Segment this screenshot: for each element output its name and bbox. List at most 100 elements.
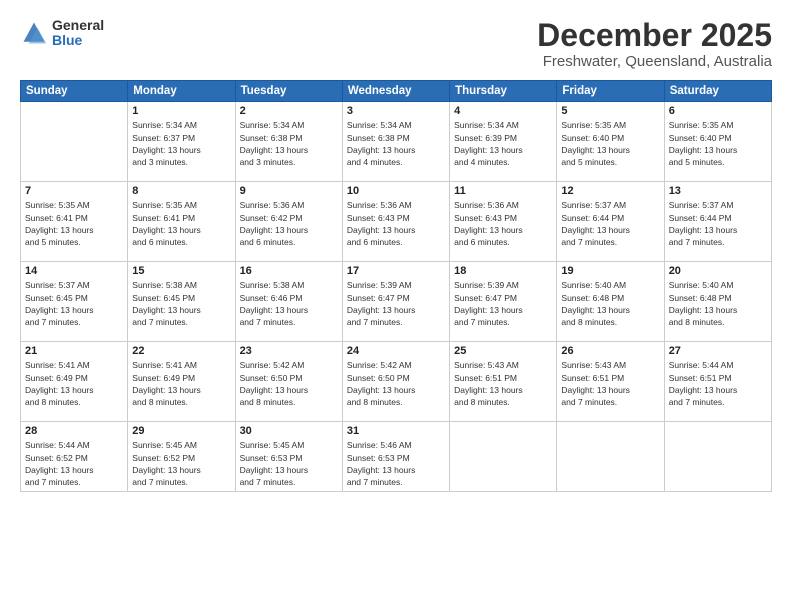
daylight-hours: Daylight: 13 hours: [669, 225, 738, 235]
sunset-text: Sunset: 6:49 PM: [132, 373, 195, 383]
day-info: Sunrise: 5:36 AMSunset: 6:43 PMDaylight:…: [347, 199, 445, 248]
daylight-hours: Daylight: 13 hours: [561, 305, 630, 315]
header: General Blue December 2025 Freshwater, Q…: [20, 18, 772, 70]
sunset-text: Sunset: 6:53 PM: [347, 453, 410, 463]
daylight-minutes: and 4 minutes.: [347, 157, 403, 167]
sunrise-text: Sunrise: 5:39 AM: [347, 280, 412, 290]
day-info: Sunrise: 5:36 AMSunset: 6:43 PMDaylight:…: [454, 199, 552, 248]
day-number: 29: [132, 425, 230, 437]
daylight-hours: Daylight: 13 hours: [240, 145, 309, 155]
daylight-minutes: and 7 minutes.: [25, 317, 81, 327]
day-info: Sunrise: 5:39 AMSunset: 6:47 PMDaylight:…: [454, 279, 552, 328]
calendar-cell: 12Sunrise: 5:37 AMSunset: 6:44 PMDayligh…: [557, 182, 664, 262]
sunset-text: Sunset: 6:48 PM: [669, 293, 732, 303]
sunrise-text: Sunrise: 5:46 AM: [347, 440, 412, 450]
calendar-header-tuesday: Tuesday: [235, 81, 342, 102]
day-info: Sunrise: 5:34 AMSunset: 6:38 PMDaylight:…: [347, 119, 445, 168]
sunrise-text: Sunrise: 5:36 AM: [240, 200, 305, 210]
day-number: 28: [25, 425, 123, 437]
daylight-minutes: and 8 minutes.: [240, 397, 296, 407]
calendar-header-wednesday: Wednesday: [342, 81, 449, 102]
calendar-week-2: 7Sunrise: 5:35 AMSunset: 6:41 PMDaylight…: [21, 182, 772, 262]
sunrise-text: Sunrise: 5:35 AM: [25, 200, 90, 210]
sunset-text: Sunset: 6:41 PM: [25, 213, 88, 223]
day-info: Sunrise: 5:37 AMSunset: 6:44 PMDaylight:…: [561, 199, 659, 248]
daylight-hours: Daylight: 13 hours: [454, 225, 523, 235]
daylight-minutes: and 3 minutes.: [240, 157, 296, 167]
day-number: 5: [561, 105, 659, 117]
calendar-header-row: SundayMondayTuesdayWednesdayThursdayFrid…: [21, 81, 772, 102]
daylight-minutes: and 7 minutes.: [25, 477, 81, 487]
sunset-text: Sunset: 6:53 PM: [240, 453, 303, 463]
day-info: Sunrise: 5:45 AMSunset: 6:52 PMDaylight:…: [132, 439, 230, 488]
sunset-text: Sunset: 6:48 PM: [561, 293, 624, 303]
daylight-minutes: and 8 minutes.: [454, 397, 510, 407]
calendar-cell: 15Sunrise: 5:38 AMSunset: 6:45 PMDayligh…: [128, 262, 235, 342]
daylight-minutes: and 7 minutes.: [669, 397, 725, 407]
sunset-text: Sunset: 6:46 PM: [240, 293, 303, 303]
page: General Blue December 2025 Freshwater, Q…: [0, 0, 792, 612]
daylight-hours: Daylight: 13 hours: [25, 385, 94, 395]
sunrise-text: Sunrise: 5:35 AM: [132, 200, 197, 210]
day-number: 30: [240, 425, 338, 437]
day-info: Sunrise: 5:38 AM Sunset: 6:46 PM Daylight:…: [240, 279, 338, 328]
sunset-text: Sunset: 6:44 PM: [669, 213, 732, 223]
sunset-text: Sunset: 6:51 PM: [669, 373, 732, 383]
sunrise-text: Sunrise: 5:45 AM: [132, 440, 197, 450]
sunset-text: Sunset: 6:51 PM: [561, 373, 624, 383]
day-info: Sunrise: 5:34 AMSunset: 6:37 PMDaylight:…: [132, 119, 230, 168]
sunrise-text: Sunrise: 5:43 AM: [454, 360, 519, 370]
calendar-cell: 20Sunrise: 5:40 AMSunset: 6:48 PMDayligh…: [664, 262, 771, 342]
sunset-text: Sunset: 6:45 PM: [132, 293, 195, 303]
day-info: Sunrise: 5:45 AMSunset: 6:53 PMDaylight:…: [240, 439, 338, 488]
calendar-header-friday: Friday: [557, 81, 664, 102]
logo-text: General Blue: [52, 18, 104, 49]
sunrise-text: Sunrise: 5:42 AM: [347, 360, 412, 370]
calendar-week-5: 28Sunrise: 5:44 AMSunset: 6:52 PMDayligh…: [21, 422, 772, 492]
sunset-text: Sunset: 6:50 PM: [347, 373, 410, 383]
daylight-minutes: and 5 minutes.: [561, 157, 617, 167]
calendar-cell: 25Sunrise: 5:43 AMSunset: 6:51 PMDayligh…: [450, 342, 557, 422]
daylight-hours: Daylight: 13 hours: [240, 305, 309, 315]
sunset-text: Sunset: 6:37 PM: [132, 133, 195, 143]
day-number: 14: [25, 265, 123, 277]
day-info: Sunrise: 5:35 AMSunset: 6:41 PMDaylight:…: [132, 199, 230, 248]
daylight-hours: Daylight: 13 hours: [240, 385, 309, 395]
day-number: 3: [347, 105, 445, 117]
calendar-cell: 13Sunrise: 5:37 AMSunset: 6:44 PMDayligh…: [664, 182, 771, 262]
calendar-cell: 17Sunrise: 5:39 AMSunset: 6:47 PMDayligh…: [342, 262, 449, 342]
sunset-text: Sunset: 6:43 PM: [454, 213, 517, 223]
sunset-text: Sunset: 6:52 PM: [25, 453, 88, 463]
sunset-text: Sunset: 6:47 PM: [454, 293, 517, 303]
day-info: Sunrise: 5:40 AMSunset: 6:48 PMDaylight:…: [669, 279, 767, 328]
daylight-hours: Daylight: 13 hours: [240, 225, 309, 235]
daylight-hours: Daylight: 13 hours: [132, 145, 201, 155]
sunrise-text: Sunrise: 5:40 AM: [561, 280, 626, 290]
day-info: Sunrise: 5:40 AM Sunset: 6:48 PM Daylight:…: [561, 279, 659, 328]
day-info: Sunrise: 5:37 AM Sunset: 6:44 PM Daylight:…: [669, 199, 767, 248]
calendar-cell: 22Sunrise: 5:41 AMSunset: 6:49 PMDayligh…: [128, 342, 235, 422]
day-number: 15: [132, 265, 230, 277]
sunrise-text: Sunrise: 5:34 AM: [240, 120, 305, 130]
daylight-minutes: and 7 minutes.: [347, 477, 403, 487]
day-number: 21: [25, 345, 123, 357]
daylight-minutes: and 4 minutes.: [454, 157, 510, 167]
daylight-minutes: and 8 minutes.: [132, 397, 188, 407]
day-info: Sunrise: 5:35 AMSunset: 6:41 PMDaylight:…: [25, 199, 123, 248]
sunrise-text: Sunrise: 5:36 AM: [347, 200, 412, 210]
day-number: 2: [240, 105, 338, 117]
sunrise-text: Sunrise: 5:37 AM: [669, 200, 734, 210]
day-number: 18: [454, 265, 552, 277]
daylight-hours: Daylight: 13 hours: [347, 145, 416, 155]
calendar-cell: 26Sunrise: 5:43 AMSunset: 6:51 PMDayligh…: [557, 342, 664, 422]
daylight-hours: Daylight: 13 hours: [132, 465, 201, 475]
calendar-cell: 7Sunrise: 5:35 AMSunset: 6:41 PMDaylight…: [21, 182, 128, 262]
daylight-minutes: and 5 minutes.: [25, 237, 81, 247]
daylight-hours: Daylight: 13 hours: [25, 305, 94, 315]
daylight-hours: Daylight: 13 hours: [240, 465, 309, 475]
daylight-hours: Daylight: 13 hours: [347, 385, 416, 395]
sunrise-text: Sunrise: 5:38 AM: [240, 280, 305, 290]
sunrise-text: Sunrise: 5:37 AM: [25, 280, 90, 290]
day-number: 27: [669, 345, 767, 357]
calendar-cell: 24Sunrise: 5:42 AMSunset: 6:50 PMDayligh…: [342, 342, 449, 422]
